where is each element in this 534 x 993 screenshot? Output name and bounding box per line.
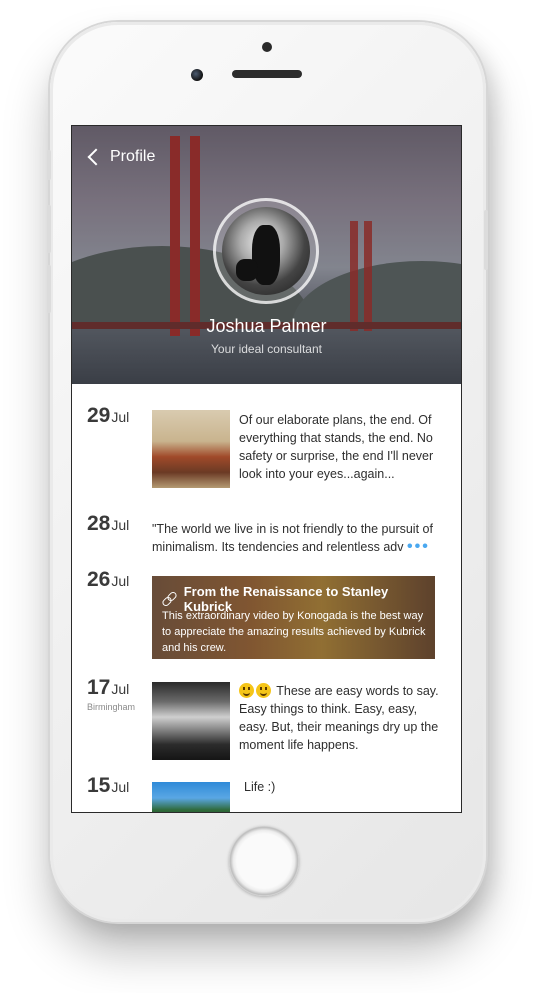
entry-date: 15Jul — [87, 774, 129, 798]
smiley-icon — [239, 683, 254, 698]
more-icon[interactable]: ••• — [407, 538, 430, 555]
entry-date: 28Jul — [87, 512, 129, 536]
smiley-icon — [256, 683, 271, 698]
entry-thumbnail[interactable] — [152, 782, 230, 812]
entry-thumbnail[interactable] — [152, 410, 230, 488]
avatar-ring — [213, 198, 319, 304]
mute-switch[interactable] — [47, 150, 51, 180]
volume-down-button[interactable] — [47, 265, 51, 313]
entry-text: "The world we live in is not friendly to… — [152, 520, 440, 556]
profile-name: Joshua Palmer — [206, 316, 327, 336]
entry-date: 26Jul — [87, 568, 129, 592]
entry-date: 29Jul — [87, 404, 129, 428]
entry-day: 17 — [87, 676, 111, 699]
back-label: Profile — [110, 148, 156, 165]
entry-day: 26 — [87, 568, 111, 591]
earpiece-speaker — [232, 70, 302, 78]
video-card[interactable]: From the Renaissance to Stanley Kubrick … — [152, 576, 435, 659]
profile-header: Profile Joshua Palmer Your ideal consult… — [72, 126, 461, 384]
entry-month: Jul — [111, 681, 130, 697]
proximity-sensor — [262, 42, 272, 52]
power-button[interactable] — [484, 210, 488, 270]
entry-text: Life :) — [244, 780, 276, 794]
entry-day: 29 — [87, 404, 111, 427]
entry-day: 28 — [87, 512, 111, 535]
entry-month: Jul — [111, 517, 130, 533]
video-description: This extraordinary video by Konogada is … — [162, 610, 426, 654]
entry-thumbnail[interactable] — [152, 682, 230, 760]
entry-month: Jul — [111, 409, 130, 425]
entry-month: Jul — [111, 573, 130, 589]
back-button[interactable]: Profile — [86, 146, 155, 168]
timeline-feed: 29Jul Of our elaborate plans, the end. O… — [72, 384, 461, 812]
entry-date: 17Jul Birmingham — [87, 676, 135, 712]
avatar[interactable] — [222, 207, 310, 295]
home-button[interactable] — [229, 826, 299, 896]
entry-text-excerpt: "The world we live in is not friendly to… — [152, 522, 433, 554]
entry-text: Of our elaborate plans, the end. Of ever… — [239, 413, 434, 481]
profile-tagline: Your ideal consultant — [211, 342, 322, 356]
entry-day: 15 — [87, 774, 111, 797]
chevron-left-icon — [87, 148, 105, 166]
avatar-figure — [236, 259, 258, 281]
link-icon — [162, 592, 176, 606]
volume-up-button[interactable] — [47, 205, 51, 253]
app-screen: Profile Joshua Palmer Your ideal consult… — [72, 126, 461, 812]
entry-text: These are easy words to say. Easy things… — [239, 682, 441, 754]
entry-month: Jul — [111, 779, 130, 795]
front-camera — [191, 69, 203, 81]
entry-location: Birmingham — [87, 702, 136, 712]
